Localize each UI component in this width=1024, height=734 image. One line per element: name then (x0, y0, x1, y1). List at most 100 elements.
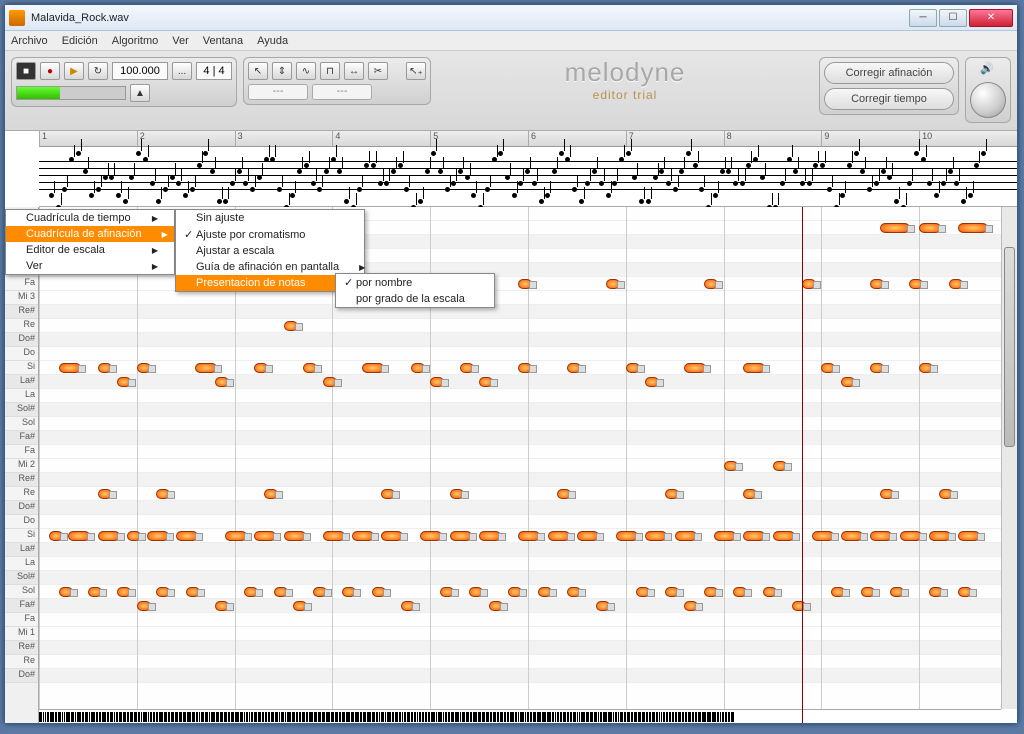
note-blob[interactable] (684, 363, 706, 373)
note-blob[interactable] (98, 489, 112, 499)
note-blob[interactable] (567, 587, 581, 597)
ruler-bar[interactable]: 7 (626, 131, 724, 146)
note-blob[interactable] (626, 363, 640, 373)
note-blob[interactable] (900, 531, 922, 541)
note-blob[interactable] (645, 377, 659, 387)
context-menu-item[interactable]: por grado de la escala (336, 291, 494, 307)
note-blob[interactable] (724, 461, 738, 471)
note-blob[interactable] (264, 489, 278, 499)
note-blob[interactable] (508, 587, 522, 597)
note-blob[interactable] (254, 531, 276, 541)
note-blob[interactable] (567, 363, 581, 373)
autoscroll-button[interactable]: ▲ (130, 84, 150, 102)
note-blob[interactable] (469, 587, 483, 597)
note-blob[interactable] (362, 363, 384, 373)
maximize-button[interactable]: ☐ (939, 9, 967, 27)
context-menu-3[interactable]: ✓por nombrepor grado de la escala (335, 273, 495, 308)
note-blob[interactable] (861, 587, 875, 597)
tool-separate[interactable]: ✂ (368, 62, 388, 80)
play-button[interactable]: ▶ (64, 62, 84, 80)
menu-archivo[interactable]: Archivo (11, 35, 48, 47)
note-blob[interactable] (274, 587, 288, 597)
note-editor[interactable]: LaSol#SolFa#FaMi 3Re#ReDo#DoSiLa#LaSol#S… (5, 207, 1017, 723)
note-blob[interactable] (176, 531, 198, 541)
titlebar[interactable]: Malavida_Rock.wav ─ ☐ ✕ (5, 5, 1017, 31)
note-blob[interactable] (98, 363, 112, 373)
note-blob[interactable] (137, 601, 151, 611)
note-blob[interactable] (479, 377, 493, 387)
note-blob[interactable] (636, 587, 650, 597)
note-blob[interactable] (450, 489, 464, 499)
note-blob[interactable] (303, 363, 317, 373)
note-blob[interactable] (430, 377, 444, 387)
note-blob[interactable] (841, 531, 863, 541)
note-blob[interactable] (323, 377, 337, 387)
note-blob[interactable] (548, 531, 570, 541)
note-blob[interactable] (186, 587, 200, 597)
context-menu-item[interactable]: Sin ajuste (176, 210, 364, 226)
note-blob[interactable] (323, 531, 345, 541)
note-blob[interactable] (880, 223, 910, 233)
note-blob[interactable] (841, 377, 855, 387)
tempo-field[interactable]: 100.000 (112, 62, 168, 80)
note-blob[interactable] (215, 601, 229, 611)
note-blob[interactable] (665, 489, 679, 499)
loop-button[interactable]: ↻ (88, 62, 108, 80)
note-blob[interactable] (284, 531, 306, 541)
bar-ruler[interactable]: 12345678910 (39, 131, 1017, 147)
note-blob[interactable] (127, 531, 141, 541)
ruler-bar[interactable]: 6 (528, 131, 626, 146)
note-blob[interactable] (958, 223, 988, 233)
note-blob[interactable] (215, 377, 229, 387)
context-menu-item[interactable]: Editor de escala▶ (6, 242, 174, 258)
note-blob[interactable] (293, 601, 307, 611)
note-blob[interactable] (59, 363, 81, 373)
note-blob[interactable] (411, 363, 425, 373)
note-blob[interactable] (401, 601, 415, 611)
tool-formant[interactable]: ∿ (296, 62, 316, 80)
close-button[interactable]: ✕ (969, 9, 1013, 27)
note-blob[interactable] (616, 531, 638, 541)
note-blob[interactable] (538, 587, 552, 597)
note-blob[interactable] (225, 531, 247, 541)
note-blob[interactable] (743, 489, 757, 499)
ruler-bar[interactable]: 1 (39, 131, 137, 146)
note-blob[interactable] (147, 531, 169, 541)
note-blob[interactable] (812, 531, 834, 541)
note-blob[interactable] (831, 587, 845, 597)
note-blob[interactable] (665, 587, 679, 597)
note-blob[interactable] (714, 531, 736, 541)
minimize-button[interactable]: ─ (909, 9, 937, 27)
record-button[interactable]: ● (40, 62, 60, 80)
note-blob[interactable] (479, 531, 501, 541)
note-blob[interactable] (489, 601, 503, 611)
note-blob[interactable] (460, 363, 474, 373)
note-blob[interactable] (342, 587, 356, 597)
note-blob[interactable] (440, 587, 454, 597)
note-blob[interactable] (733, 587, 747, 597)
note-blob[interactable] (958, 531, 980, 541)
note-blob[interactable] (606, 279, 620, 289)
note-blob[interactable] (596, 601, 610, 611)
note-blob[interactable] (284, 321, 298, 331)
note-blob[interactable] (244, 587, 258, 597)
note-blob[interactable] (381, 489, 395, 499)
waveform-overview[interactable] (39, 709, 1001, 723)
note-blob[interactable] (518, 531, 540, 541)
ruler-bar[interactable]: 3 (235, 131, 333, 146)
note-blob[interactable] (773, 531, 795, 541)
tool-select[interactable]: ↖₊ (406, 62, 426, 80)
note-blob[interactable] (577, 531, 599, 541)
ruler-bar[interactable]: 2 (137, 131, 235, 146)
note-blob[interactable] (49, 531, 63, 541)
note-blob[interactable] (88, 587, 102, 597)
ruler-bar[interactable]: 10 (919, 131, 1017, 146)
notation-strip[interactable] (39, 147, 1017, 207)
context-menu-item[interactable]: Cuadrícula de tiempo▶ (6, 210, 174, 226)
context-menu-item[interactable]: ✓por nombre (336, 274, 494, 291)
note-blob[interactable] (372, 587, 386, 597)
note-blob[interactable] (821, 363, 835, 373)
note-blob[interactable] (704, 587, 718, 597)
note-blob[interactable] (958, 587, 972, 597)
note-blob[interactable] (773, 461, 787, 471)
